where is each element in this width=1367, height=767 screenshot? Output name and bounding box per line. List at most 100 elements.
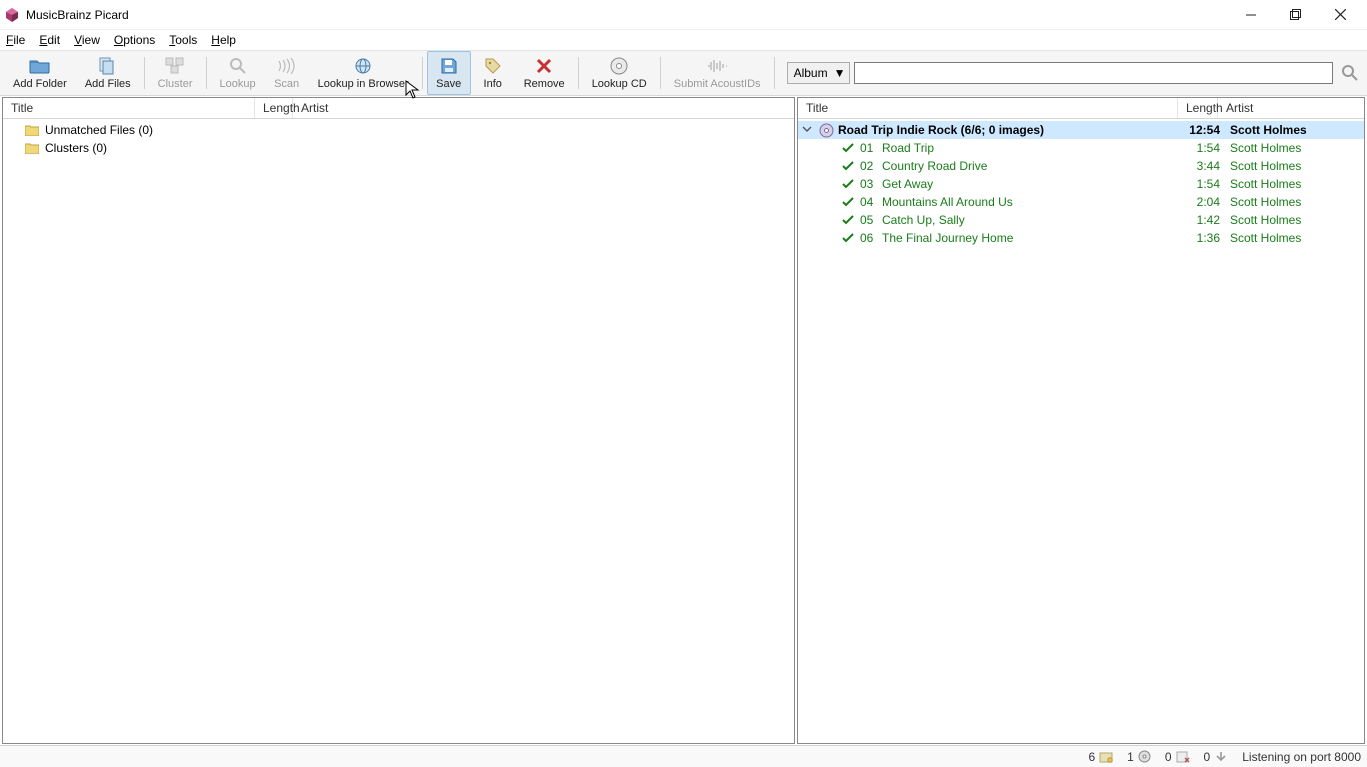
window-title: MusicBrainz Picard [26,8,129,22]
right-columns-header: Title Length Artist [798,98,1364,119]
track-title: The Final Journey Home [880,231,1186,245]
status-count-4: 0 [1204,750,1229,764]
track-length: 1:36 [1186,231,1224,245]
check-icon [838,143,858,153]
col-length[interactable]: Length [1178,98,1218,118]
minimize-button[interactable] [1228,0,1273,30]
track-number: 06 [858,231,880,245]
maximize-button[interactable] [1273,0,1318,30]
track-length: 3:44 [1186,159,1224,173]
cd-icon [816,123,836,138]
tag-icon [484,56,502,76]
menu-options[interactable]: Options [114,33,155,47]
status-count-1: 6 [1088,750,1113,764]
menu-edit[interactable]: Edit [39,33,60,47]
track-title: Country Road Drive [880,159,1186,173]
col-title[interactable]: Title [3,98,255,118]
track-artist: Scott Holmes [1224,177,1364,191]
titlebar: MusicBrainz Picard [0,0,1367,30]
track-row[interactable]: 02Country Road Drive3:44Scott Holmes [798,157,1364,175]
track-length: 1:42 [1186,213,1224,227]
toolbar: Add Folder Add Files Cluster Lookup [0,50,1367,96]
chevron-down-icon: ▼ [834,66,846,80]
left-tree[interactable]: Unmatched Files (0) Clusters (0) [3,119,794,743]
lookup-button[interactable]: Lookup [211,51,265,95]
col-length[interactable]: Length [255,98,293,118]
track-number: 05 [858,213,880,227]
tree-label: Unmatched Files (0) [45,123,153,137]
track-row[interactable]: 03Get Away1:54Scott Holmes [798,175,1364,193]
album-row[interactable]: Road Trip Indie Rock (6/6; 0 images) 12:… [798,121,1364,139]
toolbar-label: Scan [274,78,299,90]
folder-plus-icon [29,56,51,76]
save-icon [440,56,458,76]
right-tree[interactable]: Road Trip Indie Rock (6/6; 0 images) 12:… [798,119,1364,743]
check-icon [838,161,858,171]
status-listening: Listening on port 8000 [1242,750,1361,764]
search-type-label: Album [794,66,828,80]
track-row[interactable]: 01Road Trip1:54Scott Holmes [798,139,1364,157]
clusters-row[interactable]: Clusters (0) [3,139,794,157]
menu-view[interactable]: View [74,33,100,47]
save-button[interactable]: Save [427,51,471,95]
left-pane: Title Length Artist Unmatched Files (0) … [2,97,795,744]
toolbar-label: Remove [524,78,565,90]
lookup-in-browser-button[interactable]: Lookup in Browser [309,51,418,95]
track-artist: Scott Holmes [1224,141,1364,155]
status-count-3: 0 [1165,750,1190,764]
add-folder-button[interactable]: Add Folder [4,51,76,95]
check-icon [838,215,858,225]
toolbar-label: Lookup [220,78,256,90]
track-row[interactable]: 04Mountains All Around Us2:04Scott Holme… [798,193,1364,211]
menu-help[interactable]: Help [211,33,236,47]
cd-icon [610,56,628,76]
track-title: Catch Up, Sally [880,213,1186,227]
track-number: 04 [858,195,880,209]
track-number: 01 [858,141,880,155]
toolbar-label: Save [436,78,461,90]
left-columns-header: Title Length Artist [3,98,794,119]
check-icon [838,179,858,189]
track-title: Road Trip [880,141,1186,155]
menu-file[interactable]: File [6,33,25,47]
right-pane: Title Length Artist Road Trip Indie Rock… [797,97,1365,744]
track-title: Mountains All Around Us [880,195,1186,209]
track-length: 1:54 [1186,141,1224,155]
toolbar-label: Submit AcoustIDs [674,78,761,90]
lookup-cd-button[interactable]: Lookup CD [583,51,656,95]
remove-icon [536,56,552,76]
unmatched-files-row[interactable]: Unmatched Files (0) [3,121,794,139]
submit-acoustids-button[interactable]: Submit AcoustIDs [665,51,770,95]
cluster-button[interactable]: Cluster [149,51,202,95]
col-artist[interactable]: Artist [293,98,794,118]
collapse-toggle[interactable] [798,123,816,137]
folder-icon [25,142,39,154]
track-title: Get Away [880,177,1186,191]
col-artist[interactable]: Artist [1218,98,1364,118]
tree-label: Clusters (0) [45,141,107,155]
search-type-combo[interactable]: Album ▼ [787,62,851,84]
search-input[interactable] [854,62,1333,84]
check-icon [838,197,858,207]
remove-button[interactable]: Remove [515,51,574,95]
scan-button[interactable]: Scan [265,51,309,95]
album-title: Road Trip Indie Rock (6/6; 0 images) [836,123,1186,137]
main-content: Title Length Artist Unmatched Files (0) … [0,96,1367,745]
folder-icon [25,124,39,136]
close-button[interactable] [1318,0,1363,30]
track-row[interactable]: 05Catch Up, Sally1:42Scott Holmes [798,211,1364,229]
col-title[interactable]: Title [798,98,1178,118]
scan-icon [277,56,297,76]
add-files-button[interactable]: Add Files [76,51,140,95]
menubar: File Edit View Options Tools Help [0,30,1367,50]
info-button[interactable]: Info [471,51,515,95]
app-icon [4,7,20,23]
track-artist: Scott Holmes [1224,213,1364,227]
toolbar-label: Lookup CD [592,78,647,90]
menu-tools[interactable]: Tools [169,33,197,47]
track-row[interactable]: 06The Final Journey Home1:36Scott Holmes [798,229,1364,247]
toolbar-label: Add Folder [13,78,67,90]
search-button[interactable] [1337,60,1363,86]
track-number: 03 [858,177,880,191]
check-icon [838,233,858,243]
